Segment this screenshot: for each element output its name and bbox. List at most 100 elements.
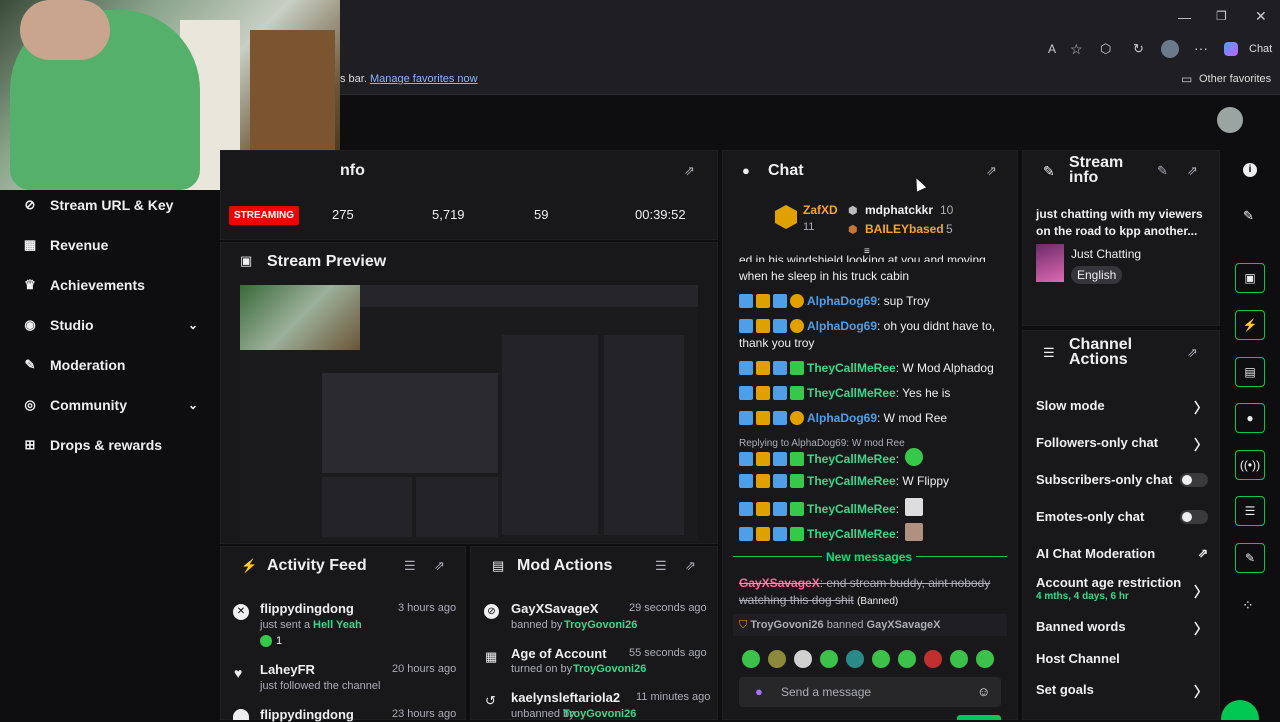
minimize-icon[interactable]: — xyxy=(1178,10,1191,25)
leaderboard-first-name[interactable]: ZafXD xyxy=(803,203,838,217)
leaderboard-second-name[interactable]: mdphatckkr xyxy=(865,203,933,217)
category-name[interactable]: Just Chatting xyxy=(1071,247,1141,261)
history-icon[interactable]: ↻ xyxy=(1133,41,1144,57)
emote-icon[interactable] xyxy=(794,650,812,668)
copilot-chat-button[interactable]: Chat xyxy=(1249,43,1272,55)
preview-icon: ▣ xyxy=(240,253,253,268)
emote-icon[interactable] xyxy=(924,650,942,668)
banned-words-row[interactable]: Banned words 〉 xyxy=(1036,619,1208,637)
emotes-only-toggle[interactable] xyxy=(1180,510,1208,524)
read-aloud-icon[interactable]: A xyxy=(1048,42,1056,56)
sword-badge-icon xyxy=(739,386,753,400)
chat-username[interactable]: GayXSavageX xyxy=(739,576,820,590)
popout-icon[interactable]: ⇗ xyxy=(1187,163,1198,179)
emote-icon[interactable] xyxy=(820,650,838,668)
microphone-icon[interactable]: ● xyxy=(755,684,763,699)
chat-text: : end stream buddy, aint nobody xyxy=(819,576,991,590)
feed-user[interactable]: flippydingdong xyxy=(260,601,354,616)
chat-username[interactable]: TheyCallMeRee xyxy=(807,474,896,488)
chat-message: AlphaDog69: sup Troy xyxy=(739,293,930,310)
host-channel-row[interactable]: Host Channel xyxy=(1036,651,1208,666)
mod-action-by[interactable]: TroyGovoni26 xyxy=(563,708,636,720)
rail-actions-button[interactable]: ☰ xyxy=(1235,496,1265,526)
emote-icon[interactable] xyxy=(976,650,994,668)
chat-username[interactable]: AlphaDog69 xyxy=(807,294,877,308)
ban-notice-user[interactable]: TroyGovoni26 xyxy=(750,619,823,631)
sidebar-item-moderation[interactable]: ✎ Moderation xyxy=(22,353,212,377)
rail-preview-button[interactable]: ▣ xyxy=(1235,263,1265,293)
sidebar-item-drops[interactable]: ⊞ Drops & rewards xyxy=(22,433,212,457)
extensions-icon[interactable]: ⬡ xyxy=(1100,41,1111,57)
rail-chat-button[interactable]: ● xyxy=(1235,403,1265,433)
user-avatar[interactable] xyxy=(1217,107,1243,133)
drops-icon: ⊞ xyxy=(24,437,36,452)
maximize-icon[interactable]: ❐ xyxy=(1216,9,1227,23)
sidebar-item-achievements[interactable]: ♛ Achievements xyxy=(22,273,212,297)
subscribers-only-toggle[interactable] xyxy=(1180,473,1208,487)
sword-badge-icon xyxy=(739,319,753,333)
stream-preview-video[interactable] xyxy=(240,285,698,541)
pencil-icon[interactable]: ✎ xyxy=(1243,208,1254,224)
row-label: Account age restriction xyxy=(1036,575,1182,590)
profile-avatar[interactable] xyxy=(1161,40,1179,58)
popout-icon[interactable]: ⇗ xyxy=(1187,345,1198,361)
banned-message-cont: watching this dog shit (Banned) xyxy=(739,592,898,610)
sidebar-item-stream-url[interactable]: ⊘ Stream URL & Key xyxy=(22,193,212,217)
add-widget-icon[interactable]: ⁘ xyxy=(1242,597,1254,614)
emoji-icon[interactable]: ☺ xyxy=(977,684,990,699)
chat-username[interactable]: AlphaDog69 xyxy=(807,411,877,425)
chat-username[interactable]: TheyCallMeRee xyxy=(807,502,896,516)
mod-action-by[interactable]: TroyGovoni26 xyxy=(573,663,646,675)
sidebar-item-community[interactable]: ◎ Community ⌄ xyxy=(22,393,212,417)
set-goals-row[interactable]: Set goals 〉 xyxy=(1036,682,1208,700)
chat-input[interactable]: ● Send a message ☺ xyxy=(739,677,1001,707)
chat-send-button[interactable] xyxy=(957,715,1001,720)
ai-chat-moderation-row[interactable]: AI Chat Moderation ⇗ xyxy=(1036,546,1208,561)
mod-action-target[interactable]: GayXSavageX xyxy=(511,601,598,616)
mod-action-target[interactable]: Age of Account xyxy=(511,646,607,661)
account-age-row[interactable]: Account age restriction 〉 xyxy=(1036,575,1208,600)
rail-mod-actions-button[interactable]: ▤ xyxy=(1235,357,1265,387)
sub-badge-icon xyxy=(773,474,787,488)
popout-icon[interactable]: ⇗ xyxy=(986,163,997,179)
new-messages-label[interactable]: New messages xyxy=(822,550,917,564)
mod-action-by[interactable]: TroyGovoni26 xyxy=(564,619,637,631)
feed-user[interactable]: LaheyFR xyxy=(260,662,315,677)
popout-icon[interactable]: ⇗ xyxy=(434,558,445,574)
row-label: Banned words xyxy=(1036,619,1126,634)
filter-icon[interactable]: ☰ xyxy=(655,558,667,574)
filter-icon[interactable]: ☰ xyxy=(404,558,416,574)
rail-broadcast-button[interactable]: ((•)) xyxy=(1235,450,1265,480)
emote-icon[interactable] xyxy=(846,650,864,668)
rail-stream-info-button[interactable]: ✎ xyxy=(1235,543,1265,573)
leaderboard-third-name[interactable]: BAILEYbased xyxy=(865,222,944,236)
emote-icon[interactable] xyxy=(898,650,916,668)
rail-activity-button[interactable]: ⚡ xyxy=(1235,310,1265,340)
favorite-star-icon[interactable]: ☆ xyxy=(1070,41,1083,58)
followers-only-row[interactable]: Followers-only chat 〉 xyxy=(1036,435,1208,453)
more-icon[interactable]: ··· xyxy=(1194,40,1208,56)
chat-username[interactable]: TheyCallMeRee xyxy=(807,361,896,375)
manage-favorites-link[interactable]: Manage favorites now xyxy=(370,73,478,85)
other-favorites[interactable]: Other favorites xyxy=(1199,73,1271,85)
emote-icon[interactable] xyxy=(768,650,786,668)
sidebar-item-revenue[interactable]: ▦ Revenue xyxy=(22,233,212,257)
close-icon[interactable]: ✕ xyxy=(1255,8,1267,25)
chat-username[interactable]: TheyCallMeRee xyxy=(807,452,896,466)
slow-mode-row[interactable]: Slow mode 〉 xyxy=(1036,398,1208,416)
chat-username[interactable]: TheyCallMeRee xyxy=(807,386,896,400)
emote-icon[interactable] xyxy=(872,650,890,668)
info-icon[interactable]: i xyxy=(1243,163,1257,177)
popout-icon[interactable]: ⇗ xyxy=(685,558,696,574)
chat-username[interactable]: AlphaDog69 xyxy=(807,319,877,333)
undo-icon: ↺ xyxy=(485,693,496,708)
mod-action-target[interactable]: kaelynsleftariola2 xyxy=(511,690,620,705)
chat-username[interactable]: TheyCallMeRee xyxy=(807,527,896,541)
sidebar-item-studio[interactable]: ◉ Studio ⌄ xyxy=(22,313,212,337)
ban-notice-target[interactable]: GayXSavageX xyxy=(867,619,941,631)
edit-icon[interactable]: ✎ xyxy=(1157,163,1168,179)
emote-icon[interactable] xyxy=(742,650,760,668)
emote-icon[interactable] xyxy=(950,650,968,668)
popout-icon[interactable]: ⇗ xyxy=(684,163,695,179)
help-fab[interactable] xyxy=(1221,700,1259,720)
